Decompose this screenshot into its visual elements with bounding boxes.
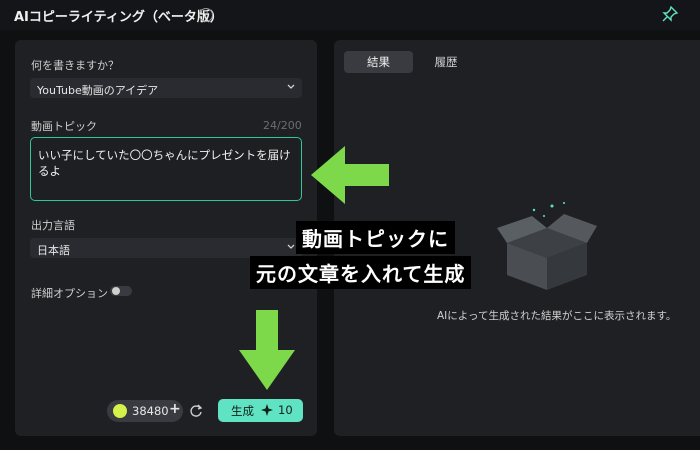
toggle-knob [112,287,120,295]
app-title: AIコピーライティング（ベータ版） [14,10,223,25]
pin-icon[interactable] [662,6,678,22]
credit-coin-icon [113,404,127,418]
refresh-icon[interactable] [188,403,204,419]
sparkle-icon [261,404,273,416]
empty-box-icon [497,202,597,290]
help-icon[interactable]: ? [199,8,213,22]
char-counter: 24/200 [263,119,302,132]
result-tabs: 結果 履歴 [344,51,494,73]
credits-count: 38480 [132,404,169,418]
chevron-down-icon [287,84,295,89]
tab-history[interactable]: 履歴 [423,51,469,73]
topic-input[interactable]: いい子にしていた〇〇ちゃんにプレゼントを届けるよ [30,137,302,201]
annotation-line-2: 元の文章を入れて生成 [250,256,472,289]
generate-cost: 10 [278,403,293,417]
language-label: 出力言語 [31,219,75,232]
language-select[interactable]: 日本語 [30,238,302,258]
detail-options-label: 詳細オプション [31,287,108,300]
generate-label: 生成 [231,404,254,418]
content-type-value: YouTube動画のアイデア [37,84,159,97]
empty-result-message: AIによって生成された結果がここに表示されます。 [437,310,677,322]
language-value: 日本語 [37,244,70,257]
generate-button[interactable]: 生成 10 [218,399,303,422]
arrow-left-annotation [311,146,389,204]
annotation-line-1: 動画トピックに [296,221,455,254]
detail-options-toggle[interactable] [110,286,132,296]
tab-results[interactable]: 結果 [344,51,413,73]
chevron-down-icon [287,244,295,249]
credits-badge[interactable]: 38480 + [107,400,183,422]
content-type-select[interactable]: YouTube動画のアイデア [30,78,302,98]
arrow-down-annotation [239,310,295,390]
topic-input-text: いい子にしていた〇〇ちゃんにプレゼントを届けるよ [38,148,291,178]
question-label: 何を書きますか？ [31,59,119,72]
add-credits-icon[interactable]: + [169,401,181,417]
topic-label: 動画トピック [31,120,97,133]
